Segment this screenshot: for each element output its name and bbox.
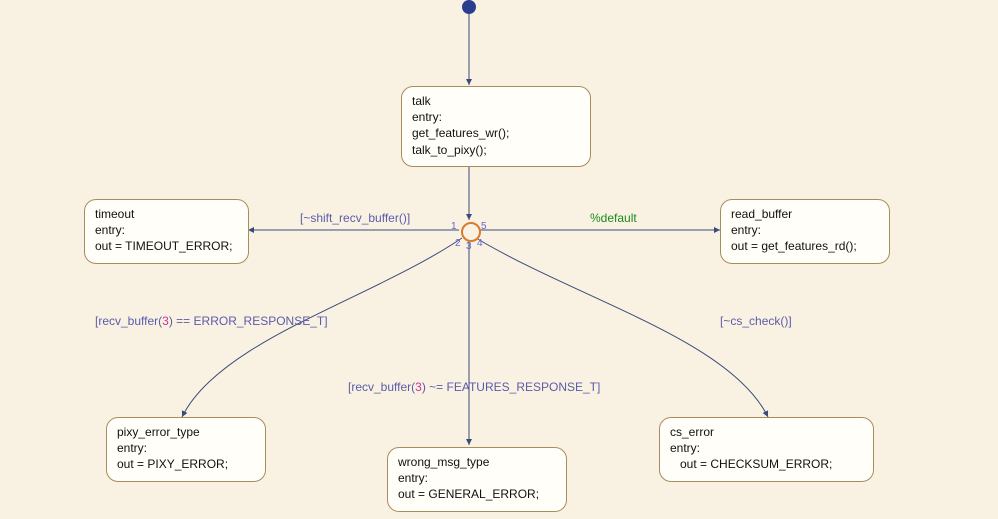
junction-port-4: 4 xyxy=(477,238,483,249)
state-pixy-name: pixy_error_type xyxy=(117,424,255,440)
state-talk-name: talk xyxy=(412,93,580,109)
junction-port-1: 1 xyxy=(451,221,457,232)
label-error-response-pre: [recv_buffer( xyxy=(95,314,162,328)
label-features-response-post: ) ~= FEATURES_RESPONSE_T] xyxy=(422,380,601,394)
label-cs-check: [~cs_check()] xyxy=(720,314,792,328)
junction-port-5: 5 xyxy=(481,221,487,232)
state-cs-name: cs_error xyxy=(670,424,863,440)
state-read-buffer-entry-kw: entry: xyxy=(731,222,879,238)
junction-port-2: 2 xyxy=(455,238,461,249)
junction-port-3: 3 xyxy=(466,241,472,252)
state-timeout-entry-kw: entry: xyxy=(95,222,238,238)
initial-state[interactable] xyxy=(462,0,476,14)
label-default: %default xyxy=(590,211,637,225)
state-cs-error[interactable]: cs_error entry: out = CHECKSUM_ERROR; xyxy=(659,417,874,482)
state-pixy-entry-kw: entry: xyxy=(117,440,255,456)
state-wrong-msg-type[interactable]: wrong_msg_type entry: out = GENERAL_ERRO… xyxy=(387,447,567,512)
state-talk[interactable]: talk entry: get_features_wr(); talk_to_p… xyxy=(401,86,591,167)
label-error-response: [recv_buffer(3) == ERROR_RESPONSE_T] xyxy=(95,314,328,328)
state-talk-action-0: get_features_wr(); xyxy=(412,125,580,141)
state-wrong-name: wrong_msg_type xyxy=(398,454,556,470)
label-error-response-post: ) == ERROR_RESPONSE_T] xyxy=(169,314,328,328)
state-read-buffer-action: out = get_features_rd(); xyxy=(731,238,879,254)
label-shift-recv-buffer: [~shift_recv_buffer()] xyxy=(300,211,410,225)
state-talk-action-1: talk_to_pixy(); xyxy=(412,142,580,158)
state-cs-entry-kw: entry: xyxy=(670,440,863,456)
label-features-response: [recv_buffer(3) ~= FEATURES_RESPONSE_T] xyxy=(348,380,600,394)
state-timeout-name: timeout xyxy=(95,206,238,222)
state-pixy-error-type[interactable]: pixy_error_type entry: out = PIXY_ERROR; xyxy=(106,417,266,482)
state-pixy-action: out = PIXY_ERROR; xyxy=(117,456,255,472)
state-timeout[interactable]: timeout entry: out = TIMEOUT_ERROR; xyxy=(84,199,249,264)
label-error-response-idx: 3 xyxy=(162,314,169,328)
state-read-buffer[interactable]: read_buffer entry: out = get_features_rd… xyxy=(720,199,890,264)
state-talk-entry-kw: entry: xyxy=(412,109,580,125)
state-wrong-action: out = GENERAL_ERROR; xyxy=(398,486,556,502)
state-read-buffer-name: read_buffer xyxy=(731,206,879,222)
label-features-response-idx: 3 xyxy=(415,380,422,394)
label-features-response-pre: [recv_buffer( xyxy=(348,380,415,394)
state-cs-action: out = CHECKSUM_ERROR; xyxy=(670,456,863,472)
state-timeout-action: out = TIMEOUT_ERROR; xyxy=(95,238,238,254)
state-wrong-entry-kw: entry: xyxy=(398,470,556,486)
